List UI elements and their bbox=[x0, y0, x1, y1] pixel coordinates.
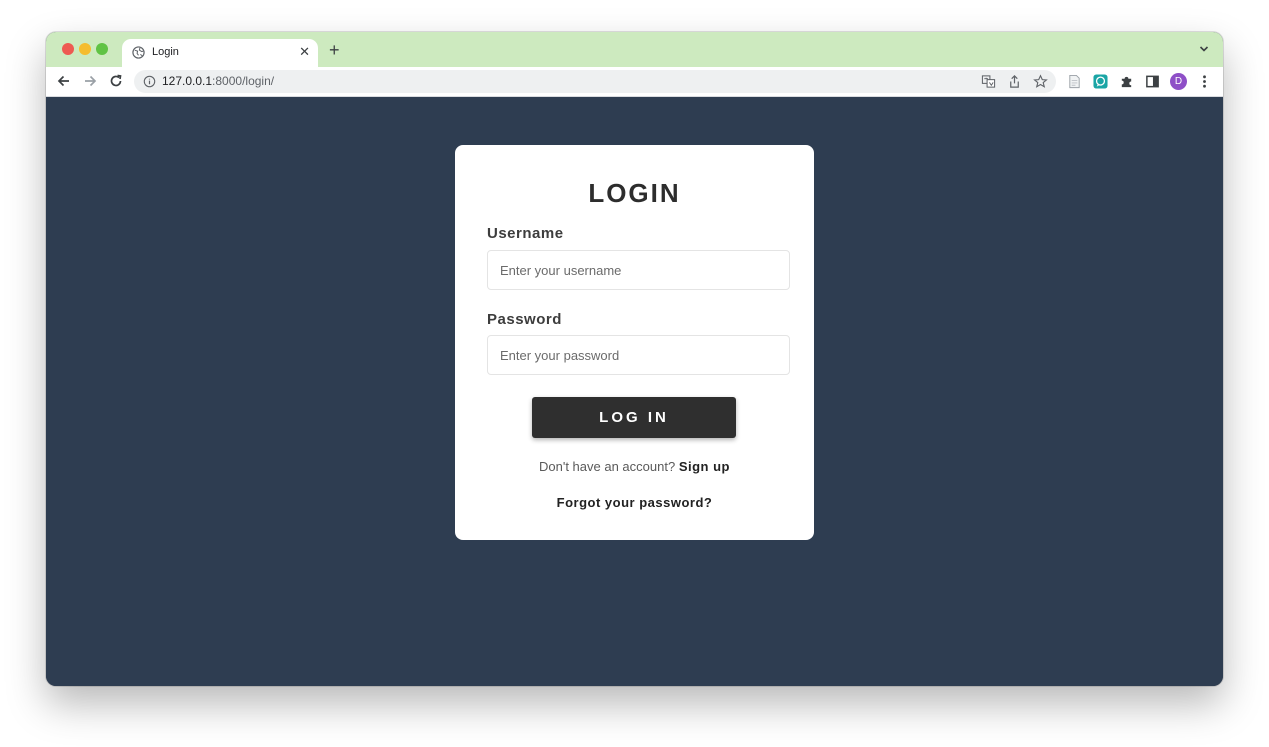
share-icon[interactable] bbox=[1007, 74, 1022, 89]
document-extension-icon[interactable] bbox=[1067, 74, 1082, 89]
signup-prompt: Don't have an account? bbox=[539, 459, 676, 474]
address-bar[interactable]: 127.0.0.1:8000/login/ bbox=[134, 70, 1056, 93]
login-button[interactable]: LOG IN bbox=[532, 397, 736, 438]
globe-icon bbox=[132, 46, 145, 59]
chevron-down-icon[interactable] bbox=[1199, 43, 1209, 55]
maximize-window-button[interactable] bbox=[96, 43, 108, 55]
page-title: LOGIN bbox=[588, 178, 681, 208]
close-window-button[interactable] bbox=[62, 43, 74, 55]
url-path: :8000/login/ bbox=[212, 74, 275, 88]
tab-close-icon[interactable]: ✕ bbox=[299, 44, 310, 60]
url-text: 127.0.0.1:8000/login/ bbox=[162, 74, 274, 88]
chat-extension-icon[interactable] bbox=[1093, 74, 1108, 89]
forgot-password-link[interactable]: Forgot your password? bbox=[455, 495, 814, 510]
signup-line: Don't have an account? Sign up bbox=[455, 459, 814, 474]
page-viewport: LOGIN Username Password LOG IN Don't hav… bbox=[46, 97, 1223, 686]
minimize-window-button[interactable] bbox=[79, 43, 91, 55]
url-host: 127.0.0.1 bbox=[162, 74, 213, 88]
side-panel-icon[interactable] bbox=[1145, 74, 1160, 89]
avatar[interactable]: D bbox=[1170, 73, 1187, 90]
login-card: LOGIN Username Password LOG IN Don't hav… bbox=[455, 145, 814, 540]
back-arrow-icon[interactable] bbox=[55, 72, 73, 90]
forward-arrow-icon[interactable] bbox=[81, 72, 99, 90]
reload-icon[interactable] bbox=[107, 72, 125, 90]
kebab-menu-icon[interactable] bbox=[1197, 74, 1212, 89]
username-label: Username bbox=[487, 225, 564, 242]
tab-login[interactable]: Login ✕ bbox=[122, 39, 318, 67]
translate-icon[interactable] bbox=[981, 74, 996, 89]
browser-window: Login ✕ + 127.0.0.1:8000/login/ D LOGIN … bbox=[46, 32, 1223, 686]
password-label: Password bbox=[487, 311, 562, 328]
info-icon[interactable] bbox=[143, 75, 156, 88]
tab-title: Login bbox=[152, 46, 179, 58]
tab-strip: Login ✕ + bbox=[46, 32, 1223, 67]
password-field[interactable] bbox=[487, 335, 790, 375]
bookmark-star-icon[interactable] bbox=[1033, 74, 1048, 89]
puzzle-extensions-icon[interactable] bbox=[1119, 74, 1134, 89]
signup-link[interactable]: Sign up bbox=[679, 459, 730, 474]
username-field[interactable] bbox=[487, 250, 790, 290]
new-tab-button[interactable]: + bbox=[329, 41, 340, 59]
browser-toolbar: 127.0.0.1:8000/login/ D bbox=[46, 67, 1223, 97]
